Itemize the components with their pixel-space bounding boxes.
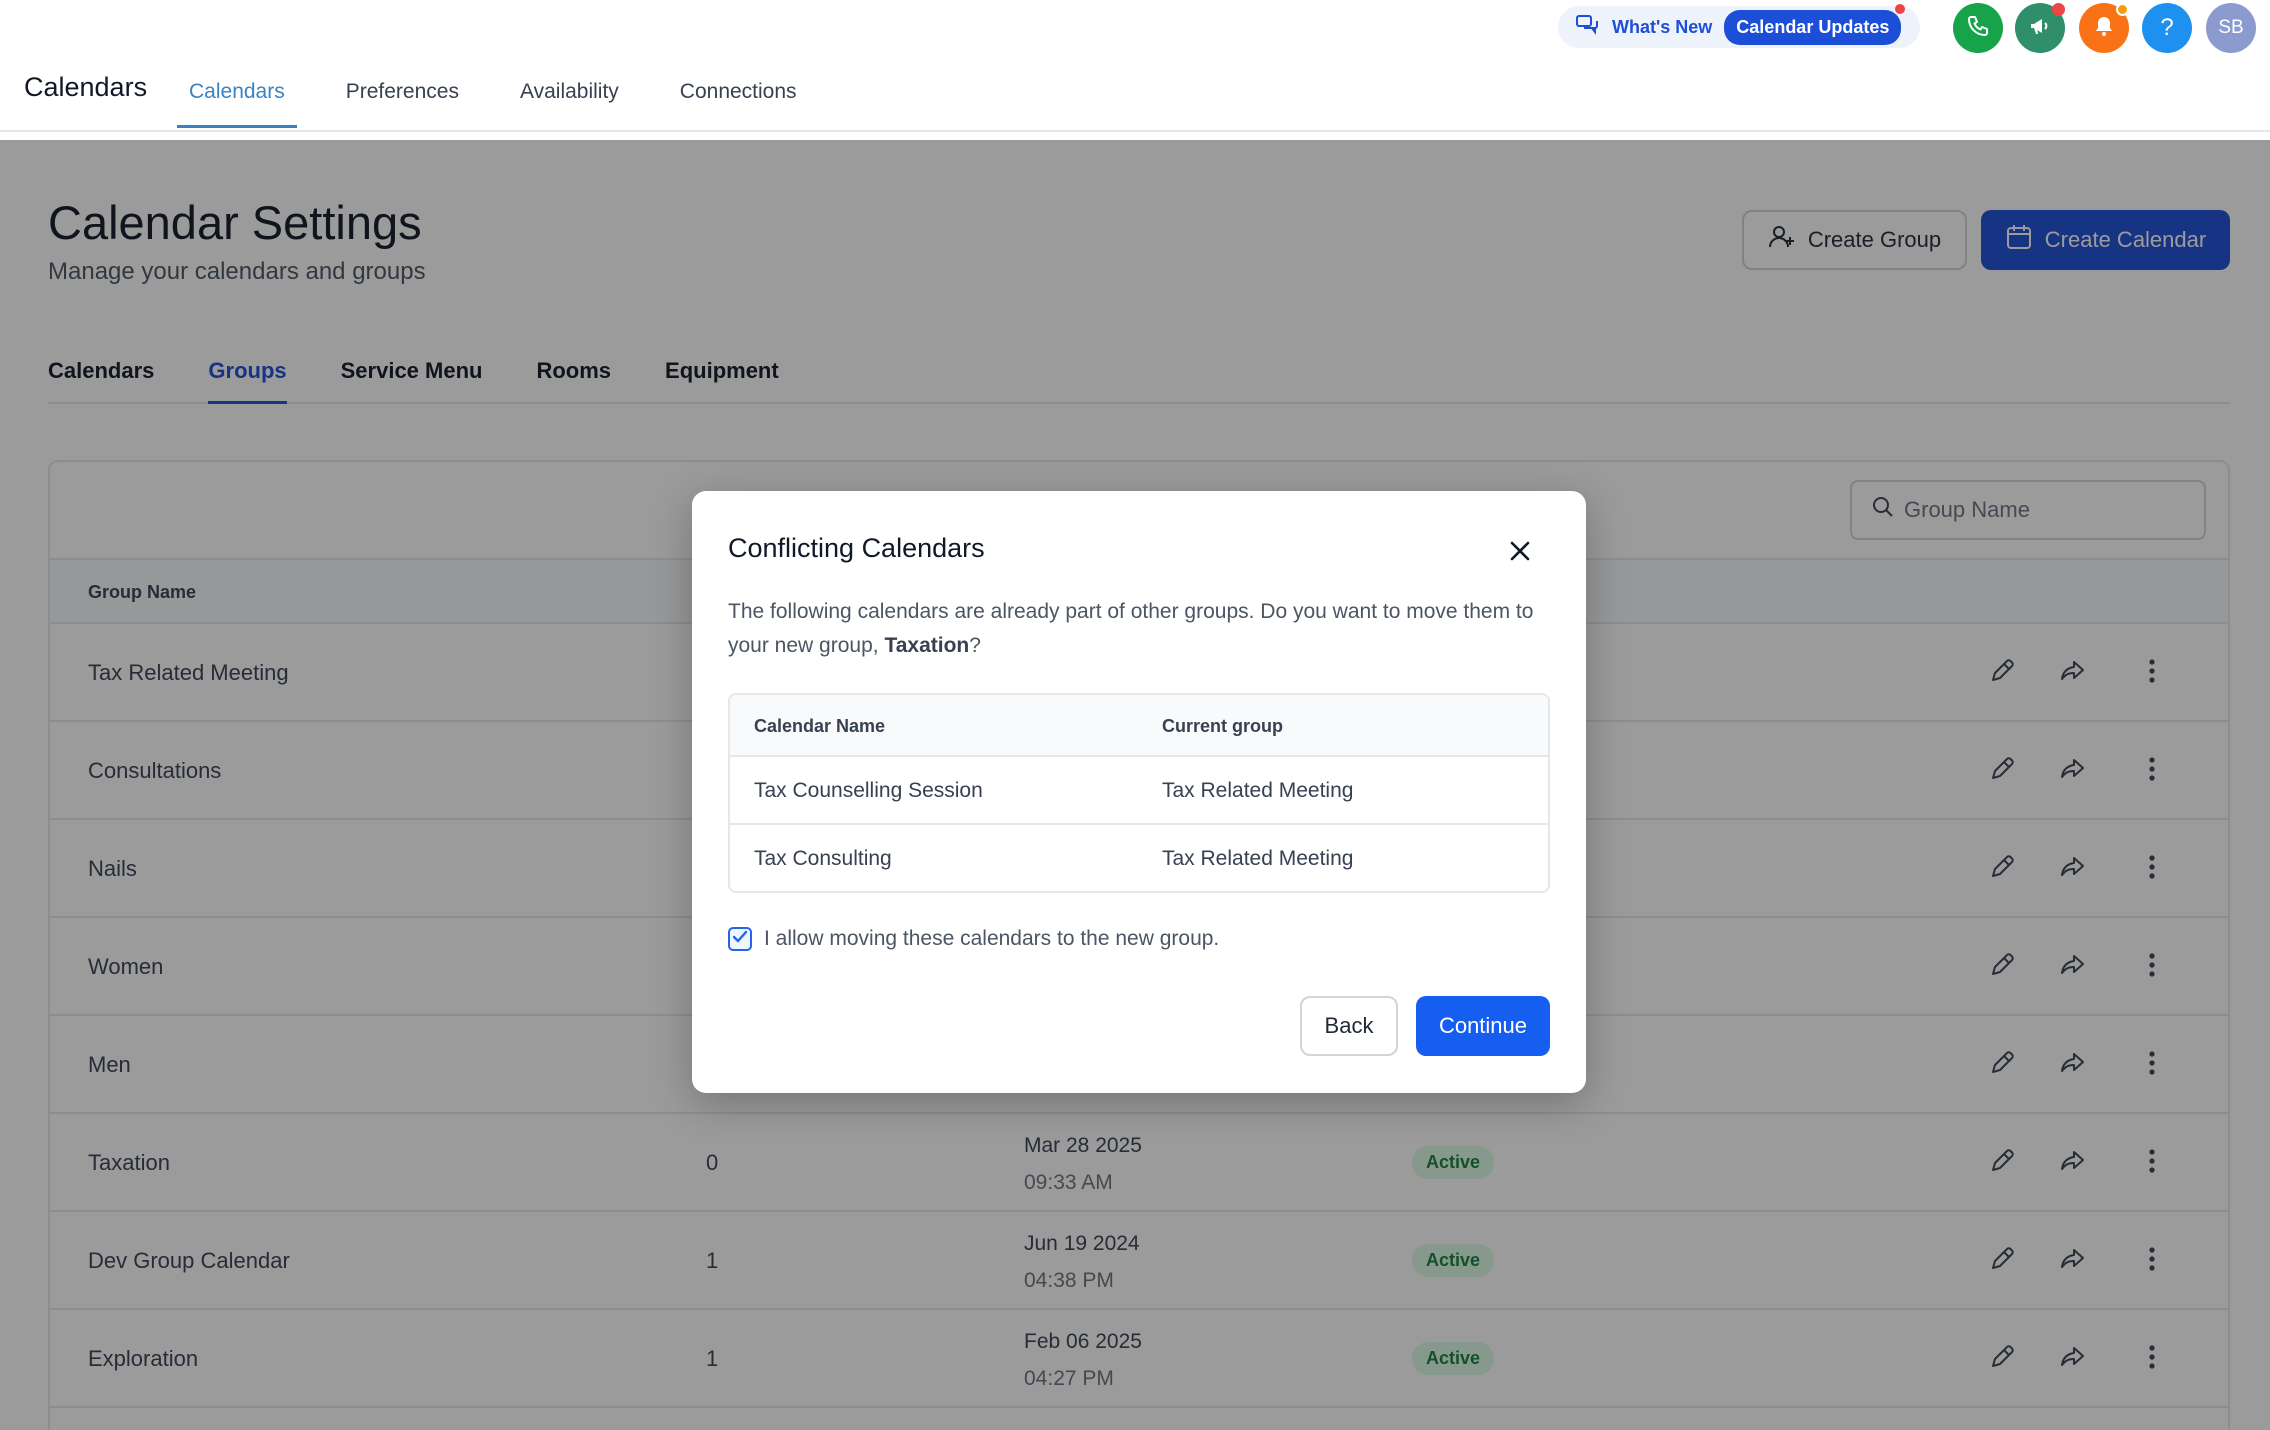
whats-new-label: What's New <box>1612 16 1713 37</box>
phone-icon <box>1966 14 1990 43</box>
close-icon <box>1509 540 1531 567</box>
table-row: Tax Consulting Tax Related Meeting <box>730 825 1548 891</box>
chat-icon <box>1576 14 1600 41</box>
conflicting-calendars-modal: Conflicting Calendars The following cale… <box>692 491 1586 1093</box>
notifications-button[interactable] <box>2079 3 2129 53</box>
help-button[interactable]: ? <box>2142 3 2192 53</box>
allow-move-label: I allow moving these calendars to the ne… <box>764 927 1220 950</box>
announcements-button[interactable] <box>2015 3 2065 53</box>
table-row: Tax Counselling Session Tax Related Meet… <box>730 757 1548 825</box>
top-nav-preferences[interactable]: Preferences <box>334 60 471 128</box>
new-group-name: Taxation <box>884 634 970 657</box>
modal-title: Conflicting Calendars <box>728 533 985 563</box>
calendar-name-cell: Tax Counselling Session <box>754 779 983 802</box>
top-nav-calendars[interactable]: Calendars <box>177 60 297 128</box>
top-bar: Calendars Calendars Preferences Availabi… <box>0 0 2270 132</box>
app-title: Calendars <box>24 72 148 102</box>
notification-dot <box>1895 3 1906 14</box>
calendar-updates-pill[interactable]: Calendar Updates <box>1724 3 1906 45</box>
column-header-calendar-name: Calendar Name <box>754 716 886 736</box>
phone-button[interactable] <box>1953 3 2003 53</box>
current-group-cell: Tax Related Meeting <box>1162 779 1354 802</box>
bell-icon <box>2092 14 2116 43</box>
calendar-name-cell: Tax Consulting <box>754 847 892 870</box>
announcements-badge <box>2052 3 2065 16</box>
continue-button[interactable]: Continue <box>1416 996 1550 1056</box>
whats-new-banner[interactable]: What's New Calendar Updates <box>1558 3 1920 48</box>
megaphone-icon <box>2028 14 2052 43</box>
column-header-current-group: Current group <box>1162 716 1283 736</box>
allow-move-checkbox[interactable] <box>728 927 752 951</box>
close-button[interactable] <box>1504 537 1536 569</box>
avatar[interactable]: SB <box>2206 3 2256 53</box>
conflicts-table: Calendar Name Current group Tax Counsell… <box>728 693 1550 893</box>
top-nav: Calendars Preferences Availability Conne… <box>177 60 846 130</box>
conflicts-table-header: Calendar Name Current group <box>730 695 1548 757</box>
current-group-cell: Tax Related Meeting <box>1162 847 1354 870</box>
help-icon: ? <box>2160 14 2174 41</box>
back-button[interactable]: Back <box>1300 996 1398 1056</box>
top-nav-availability[interactable]: Availability <box>508 60 631 128</box>
modal-description: The following calendars are already part… <box>728 600 1534 657</box>
allow-move-checkbox-row[interactable]: I allow moving these calendars to the ne… <box>728 927 1219 951</box>
top-nav-connections[interactable]: Connections <box>668 60 809 128</box>
notifications-badge <box>2116 3 2129 16</box>
check-icon <box>732 930 748 949</box>
